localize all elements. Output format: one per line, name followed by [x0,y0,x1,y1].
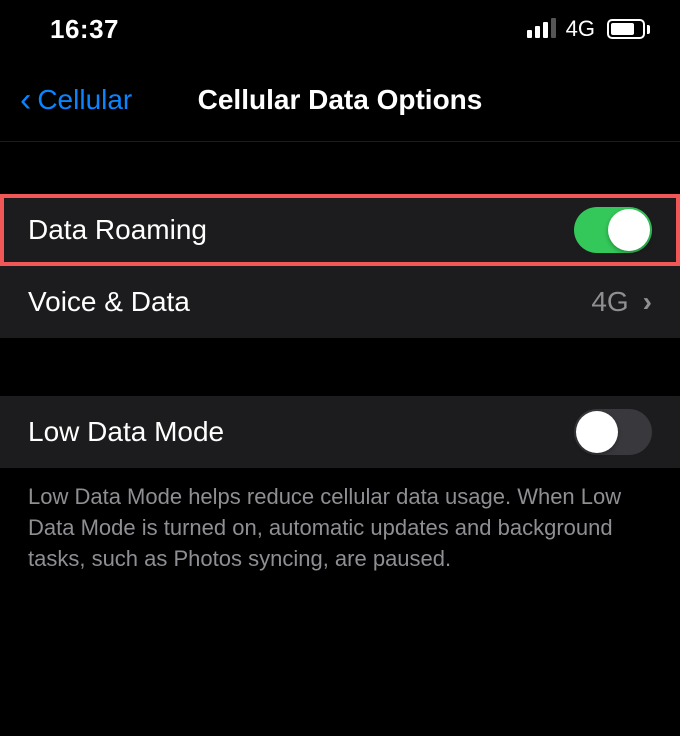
signal-strength-icon [527,20,556,38]
data-roaming-row[interactable]: Data Roaming [0,194,680,266]
network-type-label: 4G [566,16,595,42]
chevron-right-icon: › [643,286,652,318]
settings-group-2: Low Data Mode [0,396,680,468]
data-roaming-label: Data Roaming [28,214,207,246]
low-data-mode-label: Low Data Mode [28,416,224,448]
settings-group-1: Data Roaming Voice & Data 4G › [0,194,680,338]
back-label: Cellular [37,84,132,116]
voice-data-label: Voice & Data [28,286,190,318]
low-data-mode-row[interactable]: Low Data Mode [0,396,680,468]
status-time: 16:37 [50,14,119,45]
low-data-mode-help-text: Low Data Mode helps reduce cellular data… [0,468,680,588]
section-gap [0,142,680,194]
low-data-mode-toggle[interactable] [574,409,652,455]
section-gap [0,338,680,396]
toggle-knob [576,411,618,453]
status-right: 4G [527,16,650,42]
voice-data-row[interactable]: Voice & Data 4G › [0,266,680,338]
back-button[interactable]: ‹ Cellular [20,83,132,117]
status-bar: 16:37 4G [0,0,680,58]
toggle-knob [608,209,650,251]
data-roaming-toggle[interactable] [574,207,652,253]
voice-data-value: 4G [591,286,628,318]
chevron-left-icon: ‹ [20,83,31,117]
battery-icon [607,19,650,39]
nav-header: ‹ Cellular Cellular Data Options [0,58,680,142]
row-right: 4G › [591,286,652,318]
